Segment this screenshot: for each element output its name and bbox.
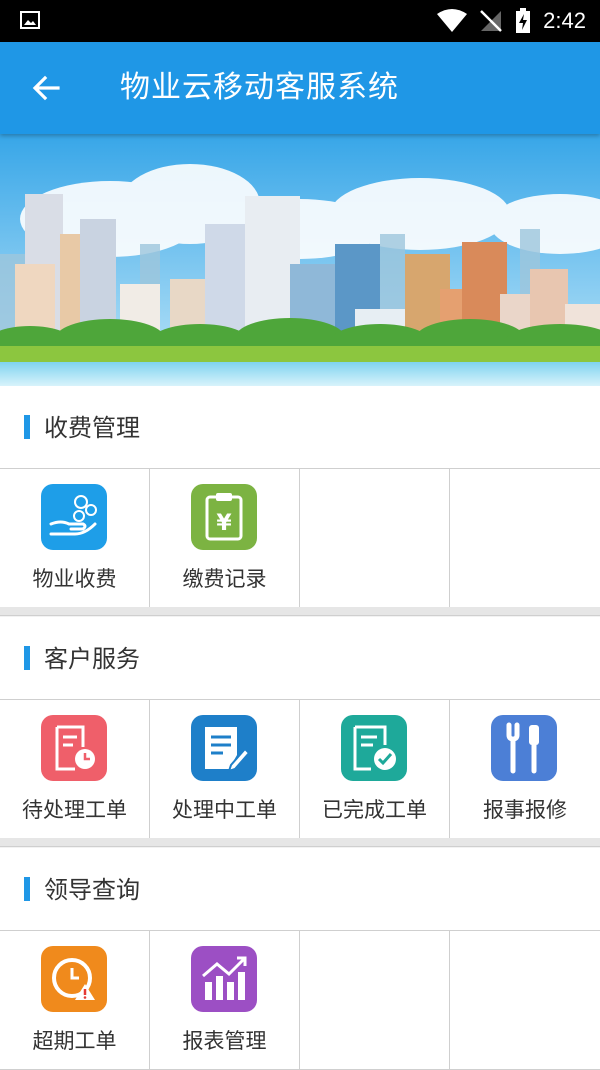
- status-bar: 2:42: [0, 0, 600, 42]
- menu-item-payment-records[interactable]: ¥ 缴费记录: [150, 469, 300, 607]
- section-separator: [0, 607, 600, 616]
- menu-item-label: 已完成工单: [322, 798, 427, 822]
- repair-tools-icon: [491, 715, 557, 781]
- menu-item-label: 缴费记录: [182, 567, 267, 591]
- battery-charging-icon: [516, 8, 531, 33]
- menu-item-report-management[interactable]: 报表管理: [150, 931, 300, 1069]
- menu-item-repair-report[interactable]: 报事报修: [450, 700, 600, 838]
- menu-item-label: 待处理工单: [22, 798, 127, 822]
- menu-item-label: 报表管理: [182, 1029, 267, 1053]
- image-icon: [20, 11, 40, 29]
- section-accent-bar: [24, 877, 30, 901]
- no-signal-icon: [480, 10, 503, 32]
- wifi-icon: [437, 9, 468, 32]
- section-title: 客户服务: [44, 645, 140, 673]
- menu-item-empty: [450, 469, 600, 607]
- svg-text:¥: ¥: [216, 511, 232, 536]
- menu-item-empty: [300, 469, 450, 607]
- section-title: 收费管理: [44, 414, 140, 442]
- menu-item-processing-orders[interactable]: 处理中工单: [150, 700, 300, 838]
- pending-order-icon: [41, 715, 107, 781]
- section-header: 客户服务: [0, 617, 600, 700]
- menu-item-completed-orders[interactable]: 已完成工单: [300, 700, 450, 838]
- menu-item-overdue-orders[interactable]: 超期工单: [0, 931, 150, 1069]
- menu-item-empty: [450, 931, 600, 1069]
- menu-grid: 待处理工单 处理中工单 已完成工单 报事报修: [0, 700, 600, 839]
- section-fee-management: 收费管理 物业收费 ¥ 缴费记录: [0, 386, 600, 608]
- section-separator: [0, 838, 600, 847]
- report-chart-icon: [191, 946, 257, 1012]
- city-skyline-banner: [0, 134, 600, 386]
- app-bar: 物业云移动客服系统: [0, 42, 600, 134]
- back-arrow-icon[interactable]: [28, 70, 64, 106]
- menu-item-label: 物业收费: [32, 567, 117, 591]
- section-header: 领导查询: [0, 848, 600, 931]
- yen-clipboard-icon: ¥: [191, 484, 257, 550]
- processing-order-icon: [191, 715, 257, 781]
- section-title: 领导查询: [44, 876, 140, 904]
- overdue-clock-icon: [41, 946, 107, 1012]
- menu-item-label: 报事报修: [483, 798, 567, 822]
- hand-coins-icon: [41, 484, 107, 550]
- menu-item-pending-orders[interactable]: 待处理工单: [0, 700, 150, 838]
- menu-grid: 物业收费 ¥ 缴费记录: [0, 469, 600, 608]
- section-customer-service: 客户服务 待处理工单 处理中工单 已完成工单 报事报修: [0, 617, 600, 839]
- page-title: 物业云移动客服系统: [120, 70, 399, 105]
- section-leader-query: 领导查询 超期工单 报表管理: [0, 848, 600, 1070]
- completed-order-icon: [341, 715, 407, 781]
- menu-item-label: 超期工单: [32, 1029, 117, 1053]
- menu-item-label: 处理中工单: [172, 798, 277, 822]
- menu-item-property-fee[interactable]: 物业收费: [0, 469, 150, 607]
- section-accent-bar: [24, 646, 30, 670]
- section-header: 收费管理: [0, 386, 600, 469]
- section-accent-bar: [24, 415, 30, 439]
- menu-grid: 超期工单 报表管理: [0, 931, 600, 1070]
- status-time: 2:42: [543, 8, 586, 33]
- menu-item-empty: [300, 931, 450, 1069]
